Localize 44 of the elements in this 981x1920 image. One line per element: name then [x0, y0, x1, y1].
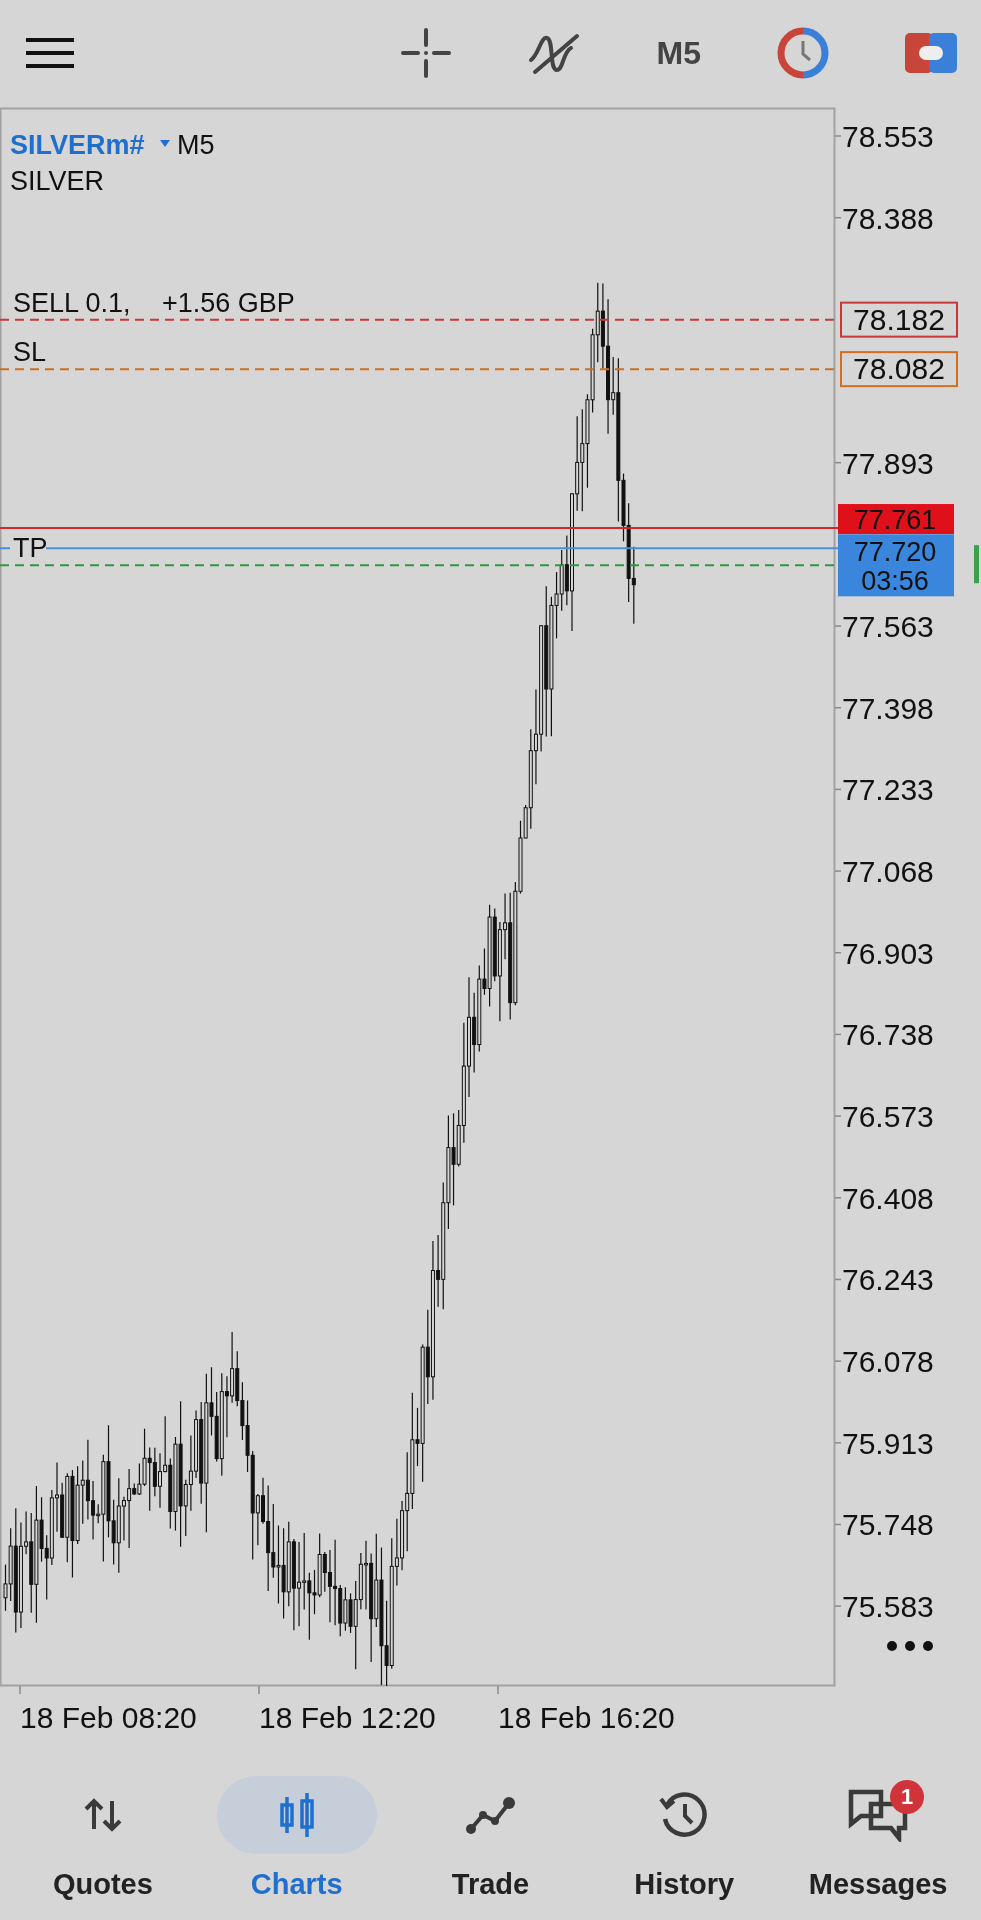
price-axis-label: 76.573 [842, 1100, 934, 1134]
price-axis-label: 78.388 [842, 201, 934, 235]
price-axis-label: 75.913 [842, 1426, 934, 1460]
sell-label: SELL 0.1, [13, 287, 131, 318]
dropdown-icon[interactable] [160, 140, 170, 147]
price-axis-label: 75.583 [842, 1590, 934, 1624]
ask-price-tag: 77.761 [838, 504, 954, 536]
more-icon[interactable] [887, 1641, 933, 1651]
up-down-arrows-icon [82, 1797, 123, 1833]
price-axis-label: 78.553 [842, 120, 934, 153]
symbol-description: SILVER [10, 166, 105, 196]
tp-marker [974, 545, 979, 584]
nav-tab[interactable]: Quotes [12, 1776, 193, 1901]
price-axis-label: 76.243 [842, 1263, 934, 1297]
profit-label: +1.56 GBP [162, 287, 295, 318]
bid-price-tag: 77.720 03:56 [838, 534, 954, 597]
price-axis-label: 76.738 [842, 1018, 934, 1052]
timeframe-label: M5 [177, 130, 215, 160]
price-axis-label: 77.398 [842, 691, 934, 725]
price-axis-label: 77.068 [842, 855, 934, 889]
trend-line-icon [465, 1795, 516, 1835]
history-icon [659, 1791, 710, 1839]
nav-tab[interactable]: 1 Messages [788, 1776, 969, 1901]
crosshair-icon[interactable] [400, 28, 451, 78]
price-axis-label: 75.748 [842, 1508, 934, 1542]
time-axis-label: 18 Feb 12:20 [259, 1701, 436, 1734]
one-click-trading-icon[interactable] [905, 33, 957, 73]
price-axis-label: 77.893 [842, 446, 934, 480]
sell-price-tag: 78.182 [840, 301, 958, 338]
menu-icon[interactable] [26, 36, 74, 70]
time-axis-label: 18 Feb 08:20 [20, 1701, 197, 1734]
sl-price-tag: 78.082 [840, 351, 958, 388]
price-axis-label: 76.408 [842, 1181, 934, 1215]
sl-label: SL [13, 337, 47, 368]
clock-icon[interactable] [777, 27, 829, 79]
timeframe-button[interactable]: M5 [656, 30, 701, 76]
nav-tab[interactable]: Trade [400, 1776, 581, 1901]
price-axis-label: 76.078 [842, 1345, 934, 1379]
price-axis-label: 77.233 [842, 773, 934, 807]
nav-tab[interactable]: History [594, 1776, 775, 1901]
time-axis-label: 18 Feb 16:20 [498, 1701, 675, 1734]
unread-badge: 1 [890, 1780, 925, 1814]
price-axis-label: 77.563 [842, 610, 934, 644]
price-axis-label: 76.903 [842, 936, 934, 970]
